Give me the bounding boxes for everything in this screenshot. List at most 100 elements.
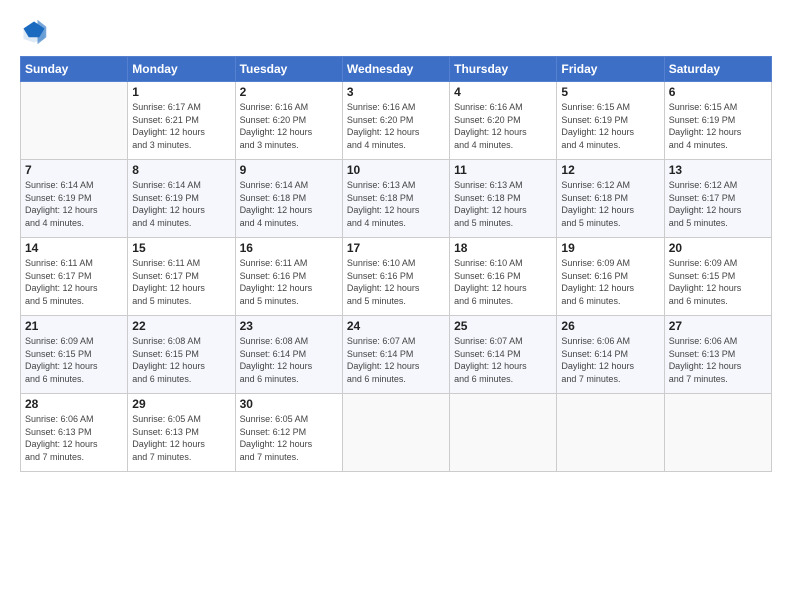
day-info: Sunrise: 6:07 AM Sunset: 6:14 PM Dayligh…: [347, 335, 445, 385]
day-info: Sunrise: 6:15 AM Sunset: 6:19 PM Dayligh…: [669, 101, 767, 151]
day-info: Sunrise: 6:17 AM Sunset: 6:21 PM Dayligh…: [132, 101, 230, 151]
day-number: 25: [454, 319, 552, 333]
day-info: Sunrise: 6:13 AM Sunset: 6:18 PM Dayligh…: [347, 179, 445, 229]
calendar-header-tuesday: Tuesday: [235, 57, 342, 82]
day-info: Sunrise: 6:14 AM Sunset: 6:19 PM Dayligh…: [25, 179, 123, 229]
day-number: 18: [454, 241, 552, 255]
calendar-cell: 21 Sunrise: 6:09 AM Sunset: 6:15 PM Dayli…: [21, 316, 128, 394]
calendar-cell: [450, 394, 557, 472]
day-number: 24: [347, 319, 445, 333]
day-info: Sunrise: 6:14 AM Sunset: 6:18 PM Dayligh…: [240, 179, 338, 229]
day-info: Sunrise: 6:05 AM Sunset: 6:12 PM Dayligh…: [240, 413, 338, 463]
day-number: 9: [240, 163, 338, 177]
calendar-cell: 4Sunrise: 6:16 AM Sunset: 6:20 PM Daylig…: [450, 82, 557, 160]
calendar-cell: 6 Sunrise: 6:15 AM Sunset: 6:19 PM Daylig…: [664, 82, 771, 160]
day-number: 21: [25, 319, 123, 333]
day-info: Sunrise: 6:06 AM Sunset: 6:14 PM Dayligh…: [561, 335, 659, 385]
day-info: Sunrise: 6:09 AM Sunset: 6:15 PM Dayligh…: [669, 257, 767, 307]
calendar-cell: 11 Sunrise: 6:13 AM Sunset: 6:18 PM Dayli…: [450, 160, 557, 238]
day-number: 11: [454, 163, 552, 177]
day-info: Sunrise: 6:05 AM Sunset: 6:13 PM Dayligh…: [132, 413, 230, 463]
calendar-cell: 19 Sunrise: 6:09 AM Sunset: 6:16 PM Dayli…: [557, 238, 664, 316]
calendar-cell: 26Sunrise: 6:06 AM Sunset: 6:14 PM Dayli…: [557, 316, 664, 394]
day-number: 16: [240, 241, 338, 255]
day-number: 2: [240, 85, 338, 99]
calendar-cell: 30Sunrise: 6:05 AM Sunset: 6:12 PM Dayli…: [235, 394, 342, 472]
calendar-cell: 22 Sunrise: 6:08 AM Sunset: 6:15 PM Dayli…: [128, 316, 235, 394]
calendar-cell: 1 Sunrise: 6:17 AM Sunset: 6:21 PM Daylig…: [128, 82, 235, 160]
calendar-cell: 28 Sunrise: 6:06 AM Sunset: 6:13 PM Dayli…: [21, 394, 128, 472]
calendar-header-sunday: Sunday: [21, 57, 128, 82]
calendar-table: SundayMondayTuesdayWednesdayThursdayFrid…: [20, 56, 772, 472]
calendar-cell: 20 Sunrise: 6:09 AM Sunset: 6:15 PM Dayli…: [664, 238, 771, 316]
day-info: Sunrise: 6:12 AM Sunset: 6:17 PM Dayligh…: [669, 179, 767, 229]
day-number: 28: [25, 397, 123, 411]
calendar-cell: 2 Sunrise: 6:16 AM Sunset: 6:20 PM Daylig…: [235, 82, 342, 160]
calendar-header-saturday: Saturday: [664, 57, 771, 82]
day-number: 29: [132, 397, 230, 411]
day-number: 22: [132, 319, 230, 333]
day-info: Sunrise: 6:16 AM Sunset: 6:20 PM Dayligh…: [454, 101, 552, 151]
calendar-header-monday: Monday: [128, 57, 235, 82]
day-number: 20: [669, 241, 767, 255]
calendar-header-friday: Friday: [557, 57, 664, 82]
page: SundayMondayTuesdayWednesdayThursdayFrid…: [0, 0, 792, 612]
calendar-cell: 10Sunrise: 6:13 AM Sunset: 6:18 PM Dayli…: [342, 160, 449, 238]
calendar-week-row: 1 Sunrise: 6:17 AM Sunset: 6:21 PM Daylig…: [21, 82, 772, 160]
day-info: Sunrise: 6:16 AM Sunset: 6:20 PM Dayligh…: [240, 101, 338, 151]
day-number: 19: [561, 241, 659, 255]
calendar-cell: 14 Sunrise: 6:11 AM Sunset: 6:17 PM Dayli…: [21, 238, 128, 316]
day-info: Sunrise: 6:13 AM Sunset: 6:18 PM Dayligh…: [454, 179, 552, 229]
calendar-cell: 18Sunrise: 6:10 AM Sunset: 6:16 PM Dayli…: [450, 238, 557, 316]
day-number: 17: [347, 241, 445, 255]
day-info: Sunrise: 6:16 AM Sunset: 6:20 PM Dayligh…: [347, 101, 445, 151]
calendar-cell: 27 Sunrise: 6:06 AM Sunset: 6:13 PM Dayli…: [664, 316, 771, 394]
logo: [20, 18, 52, 46]
day-number: 27: [669, 319, 767, 333]
day-number: 1: [132, 85, 230, 99]
calendar-cell: [21, 82, 128, 160]
calendar-cell: 23Sunrise: 6:08 AM Sunset: 6:14 PM Dayli…: [235, 316, 342, 394]
day-info: Sunrise: 6:06 AM Sunset: 6:13 PM Dayligh…: [669, 335, 767, 385]
calendar-cell: [664, 394, 771, 472]
day-info: Sunrise: 6:14 AM Sunset: 6:19 PM Dayligh…: [132, 179, 230, 229]
calendar-cell: 25 Sunrise: 6:07 AM Sunset: 6:14 PM Dayli…: [450, 316, 557, 394]
day-info: Sunrise: 6:06 AM Sunset: 6:13 PM Dayligh…: [25, 413, 123, 463]
day-info: Sunrise: 6:08 AM Sunset: 6:14 PM Dayligh…: [240, 335, 338, 385]
calendar-cell: [342, 394, 449, 472]
calendar-week-row: 7 Sunrise: 6:14 AM Sunset: 6:19 PM Daylig…: [21, 160, 772, 238]
day-number: 8: [132, 163, 230, 177]
day-number: 13: [669, 163, 767, 177]
day-info: Sunrise: 6:11 AM Sunset: 6:17 PM Dayligh…: [132, 257, 230, 307]
day-info: Sunrise: 6:08 AM Sunset: 6:15 PM Dayligh…: [132, 335, 230, 385]
day-number: 15: [132, 241, 230, 255]
day-number: 5: [561, 85, 659, 99]
day-info: Sunrise: 6:11 AM Sunset: 6:17 PM Dayligh…: [25, 257, 123, 307]
calendar-cell: [557, 394, 664, 472]
calendar-cell: 3 Sunrise: 6:16 AM Sunset: 6:20 PM Daylig…: [342, 82, 449, 160]
day-info: Sunrise: 6:07 AM Sunset: 6:14 PM Dayligh…: [454, 335, 552, 385]
day-number: 7: [25, 163, 123, 177]
day-info: Sunrise: 6:12 AM Sunset: 6:18 PM Dayligh…: [561, 179, 659, 229]
day-info: Sunrise: 6:09 AM Sunset: 6:16 PM Dayligh…: [561, 257, 659, 307]
calendar-cell: 29 Sunrise: 6:05 AM Sunset: 6:13 PM Dayli…: [128, 394, 235, 472]
calendar-week-row: 14 Sunrise: 6:11 AM Sunset: 6:17 PM Dayli…: [21, 238, 772, 316]
calendar-cell: 13 Sunrise: 6:12 AM Sunset: 6:17 PM Dayli…: [664, 160, 771, 238]
day-number: 3: [347, 85, 445, 99]
calendar-cell: 5Sunrise: 6:15 AM Sunset: 6:19 PM Daylig…: [557, 82, 664, 160]
calendar-header-row: SundayMondayTuesdayWednesdayThursdayFrid…: [21, 57, 772, 82]
calendar-cell: 24 Sunrise: 6:07 AM Sunset: 6:14 PM Dayli…: [342, 316, 449, 394]
day-info: Sunrise: 6:09 AM Sunset: 6:15 PM Dayligh…: [25, 335, 123, 385]
calendar-cell: 7 Sunrise: 6:14 AM Sunset: 6:19 PM Daylig…: [21, 160, 128, 238]
calendar-cell: 12 Sunrise: 6:12 AM Sunset: 6:18 PM Dayli…: [557, 160, 664, 238]
calendar-header-thursday: Thursday: [450, 57, 557, 82]
calendar-cell: 15 Sunrise: 6:11 AM Sunset: 6:17 PM Dayli…: [128, 238, 235, 316]
day-number: 12: [561, 163, 659, 177]
calendar-cell: 16Sunrise: 6:11 AM Sunset: 6:16 PM Dayli…: [235, 238, 342, 316]
calendar-cell: 8 Sunrise: 6:14 AM Sunset: 6:19 PM Daylig…: [128, 160, 235, 238]
day-number: 6: [669, 85, 767, 99]
calendar-header-wednesday: Wednesday: [342, 57, 449, 82]
day-number: 14: [25, 241, 123, 255]
logo-icon: [20, 18, 48, 46]
calendar-cell: 9 Sunrise: 6:14 AM Sunset: 6:18 PM Daylig…: [235, 160, 342, 238]
